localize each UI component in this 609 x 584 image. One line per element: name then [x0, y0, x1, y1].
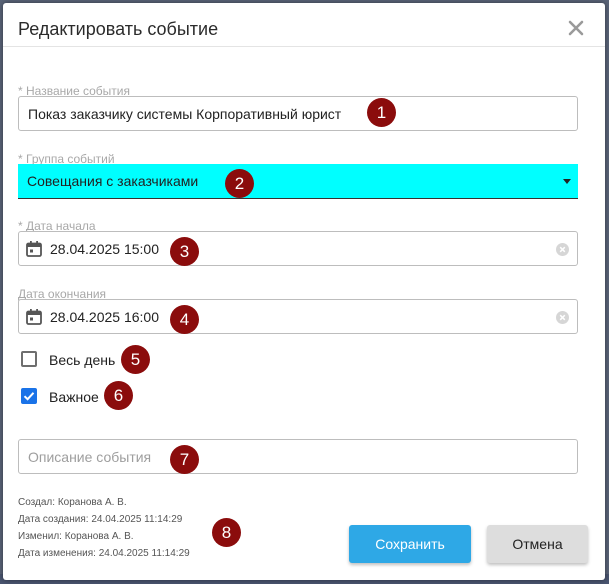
calendar-icon[interactable] — [25, 308, 43, 326]
clear-icon[interactable] — [556, 243, 569, 256]
description-input[interactable]: Описание события — [18, 439, 578, 474]
event-name-input[interactable]: Показ заказчику системы Корпоративный юр… — [18, 96, 578, 131]
important-label: Важное — [49, 389, 99, 405]
important-checkbox[interactable] — [21, 388, 37, 404]
all-day-checkbox[interactable] — [21, 351, 37, 367]
cancel-button[interactable]: Отмена — [487, 525, 588, 563]
created-at-text: Дата создания: 24.04.2025 11:14:29 — [18, 514, 183, 525]
checkmark-icon — [23, 392, 35, 401]
annotation-badge: 1 — [367, 98, 396, 127]
modified-by-text: Изменил: Коранова А. В. — [18, 531, 134, 542]
close-icon — [568, 20, 584, 36]
modified-at-text: Дата изменения: 24.04.2025 11:14:29 — [18, 548, 190, 559]
annotation-badge: 2 — [225, 169, 254, 198]
event-group-select[interactable]: Совещания с заказчиками — [18, 164, 578, 199]
created-by-text: Создал: Коранова А. В. — [18, 497, 127, 508]
end-date-value: 28.04.2025 16:00 — [50, 309, 159, 325]
event-group-value: Совещания с заказчиками — [27, 173, 199, 189]
start-date-input[interactable]: 28.04.2025 15:00 — [18, 231, 578, 266]
annotation-badge: 8 — [212, 518, 241, 547]
chevron-down-icon — [563, 179, 571, 184]
event-name-value: Показ заказчику системы Корпоративный юр… — [28, 106, 342, 122]
calendar-icon[interactable] — [25, 240, 43, 258]
annotation-badge: 5 — [121, 345, 150, 374]
all-day-label: Весь день — [49, 352, 116, 368]
annotation-badge: 7 — [170, 445, 199, 474]
end-date-input[interactable]: 28.04.2025 16:00 — [18, 299, 578, 334]
close-button[interactable] — [565, 17, 587, 39]
start-date-value: 28.04.2025 15:00 — [50, 241, 159, 257]
annotation-badge: 4 — [170, 305, 199, 334]
description-placeholder: Описание события — [28, 449, 152, 465]
dialog-header: Редактировать событие — [3, 3, 605, 47]
save-button[interactable]: Сохранить — [349, 525, 471, 563]
edit-event-dialog: Редактировать событие * Название события… — [3, 3, 605, 580]
clear-icon[interactable] — [556, 311, 569, 324]
dialog-title: Редактировать событие — [18, 19, 219, 39]
annotation-badge: 6 — [104, 381, 133, 410]
annotation-badge: 3 — [170, 237, 199, 266]
